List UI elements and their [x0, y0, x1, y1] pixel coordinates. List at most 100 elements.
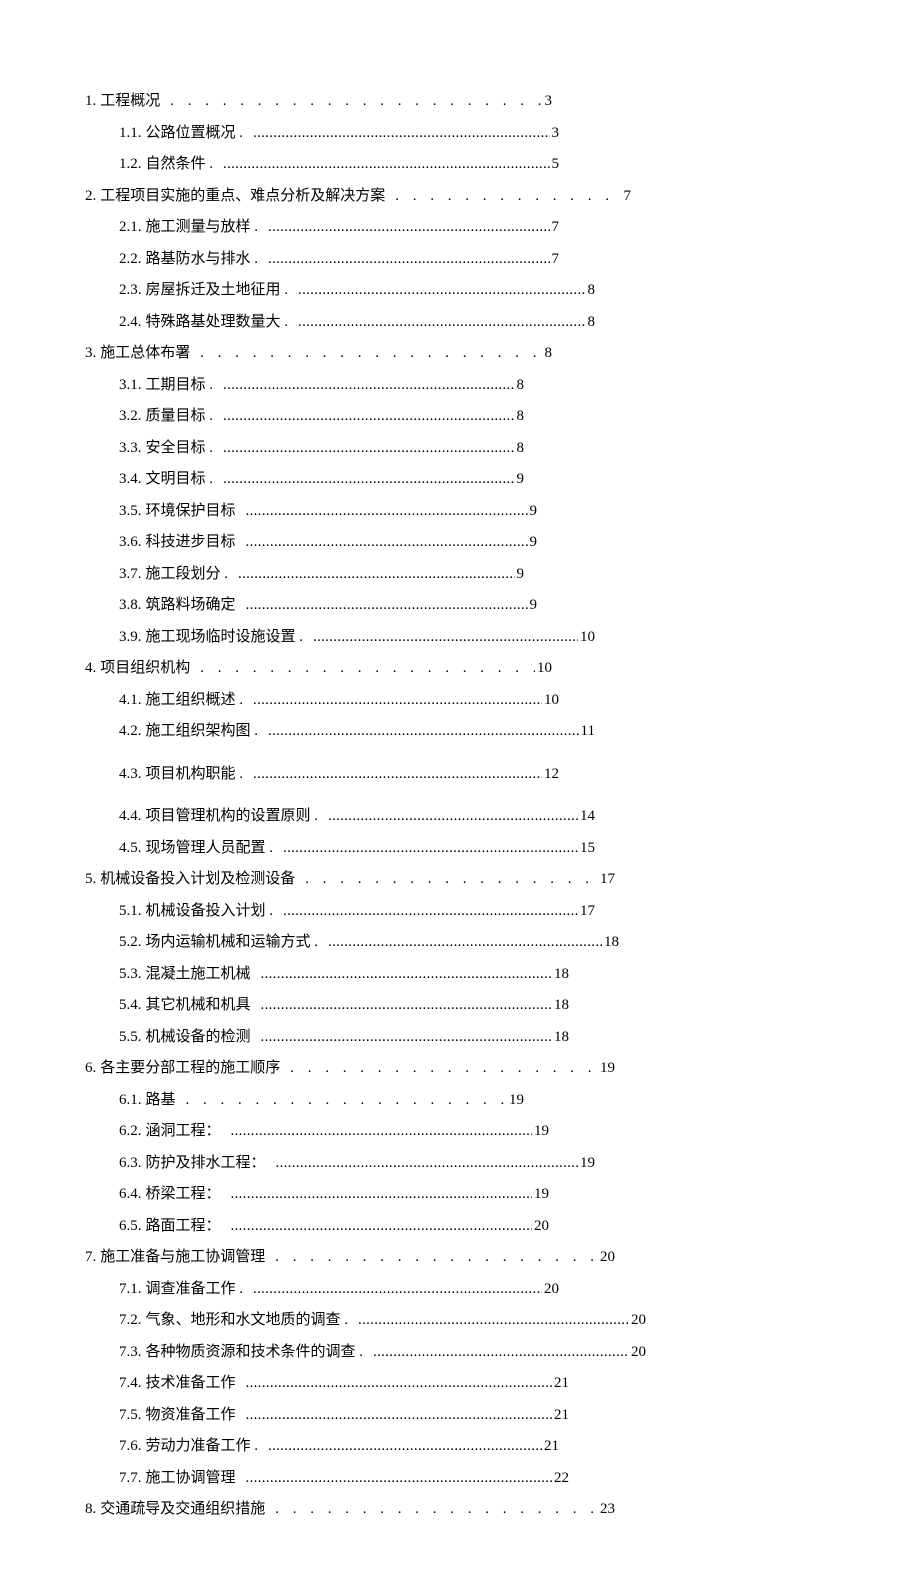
toc-page-number: 23	[600, 1498, 615, 1521]
toc-leader-dots: ........................................…	[231, 1120, 532, 1143]
toc-leader-dots: ........................................…	[328, 805, 578, 828]
toc-entry-section: 7.施工准备与施工协调管理 . . . . . . . . . . . . . …	[85, 1246, 615, 1269]
toc-entry-section: 6.各主要分部工程的施工顺序 . . . . . . . . . . . . .…	[85, 1057, 615, 1080]
toc-leader-dots: . . . . . . . . . . . . . . . . . . . . …	[275, 1246, 598, 1269]
toc-number: 4.3.	[119, 763, 142, 786]
toc-entry-subsection: 1.2.自然条件 . .............................…	[119, 153, 559, 176]
toc-leader-dots: ........................................…	[268, 248, 549, 271]
toc-leader-dots: ........................................…	[283, 837, 578, 860]
toc-entry-subsection: 2.1.施工测量与放样 . ..........................…	[119, 216, 559, 239]
toc-leader-dots: . . . . . . . . . . . . . . . . . . . . …	[290, 1057, 598, 1080]
toc-title: 项目组织机构	[100, 657, 190, 680]
toc-entry-subsection: 3.2.质量目标 . .............................…	[119, 405, 524, 428]
toc-number: 3.8.	[119, 594, 142, 617]
toc-number: 6.3.	[119, 1152, 142, 1175]
toc-title: 工程项目实施的重点、难点分析及解决方案	[100, 185, 385, 208]
toc-page-number: 18	[604, 931, 619, 954]
toc-title: 文明目标 .	[146, 468, 214, 491]
toc-entry-subsection: 3.9.施工现场临时设施设置 . .......................…	[119, 626, 595, 649]
toc-title: 工期目标 .	[146, 374, 214, 397]
toc-title: 公路位置概况 .	[146, 122, 244, 145]
toc-number: 4.2.	[119, 720, 142, 743]
toc-number: 7.1.	[119, 1278, 142, 1301]
toc-page-number: 19	[509, 1089, 524, 1112]
toc-page-number: 19	[534, 1120, 549, 1143]
toc-leader-dots: ........................................…	[223, 374, 514, 397]
toc-leader-dots: ........................................…	[328, 931, 602, 954]
toc-entry-section: 2.工程项目实施的重点、难点分析及解决方案 . . . . . . . . . …	[85, 185, 631, 208]
toc-number: 7.2.	[119, 1309, 142, 1332]
toc-number: 2.	[85, 185, 96, 208]
toc-number: 7.6.	[119, 1435, 142, 1458]
toc-title: 混凝土施工机械	[146, 963, 251, 986]
toc-leader-dots: ........................................…	[253, 122, 549, 145]
toc-title: 现场管理人员配置 .	[146, 837, 274, 860]
toc-title: 路基防水与排水 .	[146, 248, 259, 271]
toc-entry-subsection: 4.5.现场管理人员配置 . .........................…	[119, 837, 595, 860]
toc-leader-dots: ........................................…	[231, 1215, 532, 1238]
toc-leader-dots: ........................................…	[261, 963, 552, 986]
toc-title: 施工测量与放样 .	[146, 216, 259, 239]
toc-number: 1.1.	[119, 122, 142, 145]
toc-leader-dots: ........................................…	[268, 1435, 542, 1458]
toc-leader-dots: ........................................…	[268, 216, 549, 239]
toc-title: 项目管理机构的设置原则 .	[146, 805, 319, 828]
document-page: 1.工程概况 . . . . . . . . . . . . . . . . .…	[0, 0, 920, 1590]
toc-title: 安全目标 .	[146, 437, 214, 460]
toc-entry-section: 1.工程概况 . . . . . . . . . . . . . . . . .…	[85, 90, 552, 113]
toc-entry-subsection: 7.3.各种物质资源和技术条件的调查 . ...................…	[119, 1341, 646, 1364]
toc-page-number: 20	[600, 1246, 615, 1269]
toc-entry-subsection: 3.5.环境保护目标 .............................…	[119, 500, 537, 523]
toc-number: 7.7.	[119, 1467, 142, 1490]
toc-leader-dots: ........................................…	[231, 1183, 532, 1206]
toc-leader-dots: . . . . . . . . . . . . . . . . . . . . …	[305, 868, 598, 891]
toc-number: 7.5.	[119, 1404, 142, 1427]
toc-number: 6.2.	[119, 1120, 142, 1143]
toc-leader-dots: ........................................…	[253, 689, 542, 712]
toc-page-number: 21	[544, 1435, 559, 1458]
toc-page-number: 7	[552, 216, 560, 239]
toc-entry-subsection: 3.3.安全目标 . .............................…	[119, 437, 524, 460]
toc-entry-subsection: 6.5.路面工程： ..............................…	[119, 1215, 549, 1238]
toc-title: 机械设备投入计划 .	[146, 900, 274, 923]
toc-page-number: 10	[580, 626, 595, 649]
toc-title: 施工准备与施工协调管理	[100, 1246, 265, 1269]
toc-leader-dots: ........................................…	[246, 594, 528, 617]
toc-page-number: 18	[554, 1026, 569, 1049]
toc-number: 7.4.	[119, 1372, 142, 1395]
toc-title: 各种物质资源和技术条件的调查 .	[146, 1341, 364, 1364]
toc-title: 劳动力准备工作 .	[146, 1435, 259, 1458]
toc-leader-dots: ........................................…	[246, 531, 528, 554]
toc-page-number: 8	[588, 279, 596, 302]
toc-page-number: 8	[517, 437, 525, 460]
toc-page-number: 20	[631, 1309, 646, 1332]
toc-page-number: 17	[600, 868, 615, 891]
toc-number: 5.	[85, 868, 96, 891]
toc-number: 3.3.	[119, 437, 142, 460]
toc-entry-subsection: 5.2.场内运输机械和运输方式 . ......................…	[119, 931, 619, 954]
toc-leader-dots: . . . . . . . . . . . . . . . . . . . . …	[275, 1498, 598, 1521]
toc-entry-subsection: 5.4.其它机械和机具 ............................…	[119, 994, 569, 1017]
toc-entry-subsection: 7.2.气象、地形和水文地质的调查 . ....................…	[119, 1309, 646, 1332]
toc-page-number: 7	[552, 248, 560, 271]
toc-title: 气象、地形和水文地质的调查 .	[146, 1309, 349, 1332]
toc-title: 其它机械和机具	[146, 994, 251, 1017]
toc-title: 物资准备工作	[146, 1404, 236, 1427]
toc-page-number: 20	[631, 1341, 646, 1364]
toc-leader-dots: ........................................…	[246, 1372, 552, 1395]
toc-number: 3.6.	[119, 531, 142, 554]
toc-number: 7.	[85, 1246, 96, 1269]
toc-number: 3.	[85, 342, 96, 365]
toc-leader-dots: ........................................…	[253, 763, 542, 786]
toc-number: 6.	[85, 1057, 96, 1080]
toc-title: 路面工程：	[146, 1215, 221, 1238]
toc-page-number: 9	[530, 500, 538, 523]
toc-title: 筑路料场确定	[146, 594, 236, 617]
toc-leader-dots: ........................................…	[223, 437, 514, 460]
toc-number: 4.4.	[119, 805, 142, 828]
toc-entry-section: 3.施工总体布署 . . . . . . . . . . . . . . . .…	[85, 342, 552, 365]
toc-entry-subsection: 3.1.工期目标 . .............................…	[119, 374, 524, 397]
toc-leader-dots: . . . . . . . . . . . . . . . . . . . . …	[170, 90, 542, 113]
toc-number: 3.4.	[119, 468, 142, 491]
toc-page-number: 11	[581, 720, 595, 743]
